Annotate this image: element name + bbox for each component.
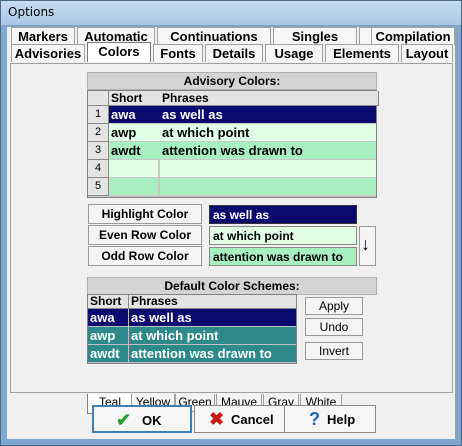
scheme-row-3-short[interactable]: awdt: [88, 345, 128, 362]
apply-label: Apply: [318, 299, 350, 313]
dialog-client: Markers Automatic Continuations Singles …: [7, 27, 455, 439]
scheme-row-2-short[interactable]: awp: [88, 327, 128, 344]
undo-label: Undo: [319, 320, 349, 334]
advisory-row-1-phrase[interactable]: as well as: [160, 106, 376, 123]
tab-singles[interactable]: Singles: [273, 27, 357, 45]
ok-label: OK: [142, 413, 162, 428]
x-icon: ✖: [209, 409, 225, 429]
tab-elements[interactable]: Elements: [325, 44, 399, 62]
advisory-header-phrases: Phrases: [160, 91, 379, 106]
question-icon: ?: [309, 409, 320, 429]
highlight-color-button[interactable]: Highlight Color: [88, 204, 202, 224]
advisory-colors-title: Advisory Colors:: [87, 72, 377, 90]
tab-markers[interactable]: Markers: [11, 27, 75, 45]
odd-row-color-sample: attention was drawn to: [209, 247, 357, 266]
apply-button[interactable]: Apply: [305, 297, 363, 315]
cancel-button[interactable]: ✖ Cancel: [194, 405, 286, 433]
row-number: 3: [88, 142, 109, 160]
highlight-color-label: Highlight Color: [101, 207, 189, 221]
help-button[interactable]: ? Help: [284, 405, 376, 433]
advisory-row-2-short[interactable]: awp: [109, 124, 160, 141]
highlight-color-sample: as well as: [209, 205, 357, 224]
schemes-header-short: Short: [88, 295, 129, 309]
ok-button[interactable]: ✔ OK: [92, 405, 192, 433]
scheme-row-1-phrase[interactable]: as well as: [129, 309, 296, 326]
scheme-row-1-short[interactable]: awa: [88, 309, 128, 326]
advisory-row-4-phrase[interactable]: [160, 160, 376, 177]
advisory-header-short: Short: [109, 91, 161, 106]
default-schemes-grid[interactable]: Short Phrases awa as well as awp at whic…: [87, 294, 297, 364]
grid-corner: [88, 91, 109, 106]
row-number: 5: [88, 178, 109, 196]
options-window: Options Markers Automatic Continuations …: [0, 0, 462, 446]
even-row-color-sample: at which point: [209, 226, 357, 245]
invert-label: Invert: [318, 344, 349, 358]
advisory-row-3-short[interactable]: awdt: [109, 142, 160, 159]
advisory-colors-grid[interactable]: Short Phrases 1 awa as well as 2 awp at …: [87, 90, 379, 198]
tab-fonts[interactable]: Fonts: [153, 44, 203, 62]
row-number: 4: [88, 160, 109, 178]
tab-continuations[interactable]: Continuations: [157, 27, 271, 45]
tab-details[interactable]: Details: [205, 44, 263, 62]
advisory-row-3-phrase[interactable]: attention was drawn to: [160, 142, 376, 159]
tab-compilation[interactable]: Compilation: [371, 27, 455, 45]
advisory-row-4-short[interactable]: [109, 160, 158, 177]
scheme-row-3-phrase[interactable]: attention was drawn to: [129, 345, 296, 362]
advisory-row-5-phrase[interactable]: [160, 178, 376, 195]
check-icon: ✔: [116, 410, 132, 430]
even-row-color-button[interactable]: Even Row Color: [88, 225, 202, 245]
odd-row-color-button[interactable]: Odd Row Color: [88, 246, 202, 266]
help-label: Help: [327, 412, 356, 427]
apply-down-button[interactable]: ↓: [359, 226, 376, 266]
advisory-row-1-short[interactable]: awa: [109, 106, 160, 123]
advisory-row-2-phrase[interactable]: at which point: [160, 124, 376, 141]
tab-usage[interactable]: Usage: [265, 44, 323, 62]
scheme-row-2-phrase[interactable]: at which point: [129, 327, 296, 344]
tab-advisories[interactable]: Advisories: [11, 44, 85, 62]
cancel-label: Cancel: [231, 412, 274, 427]
default-schemes-title: Default Color Schemes:: [87, 277, 377, 295]
invert-button[interactable]: Invert: [305, 342, 363, 360]
title-bar[interactable]: Options: [1, 1, 461, 26]
even-row-color-label: Even Row Color: [98, 228, 191, 242]
tab-colors[interactable]: Colors: [87, 42, 151, 62]
odd-row-color-label: Odd Row Color: [101, 249, 189, 263]
window-title: Options: [8, 5, 55, 19]
advisory-row-5-short[interactable]: [109, 178, 158, 195]
tab-layout[interactable]: Layout: [401, 44, 453, 62]
row-number: 1: [88, 106, 109, 124]
row-number: 2: [88, 124, 109, 142]
down-arrow-icon: ↓: [361, 234, 370, 254]
schemes-header-phrases: Phrases: [129, 295, 297, 309]
undo-button[interactable]: Undo: [305, 318, 363, 336]
